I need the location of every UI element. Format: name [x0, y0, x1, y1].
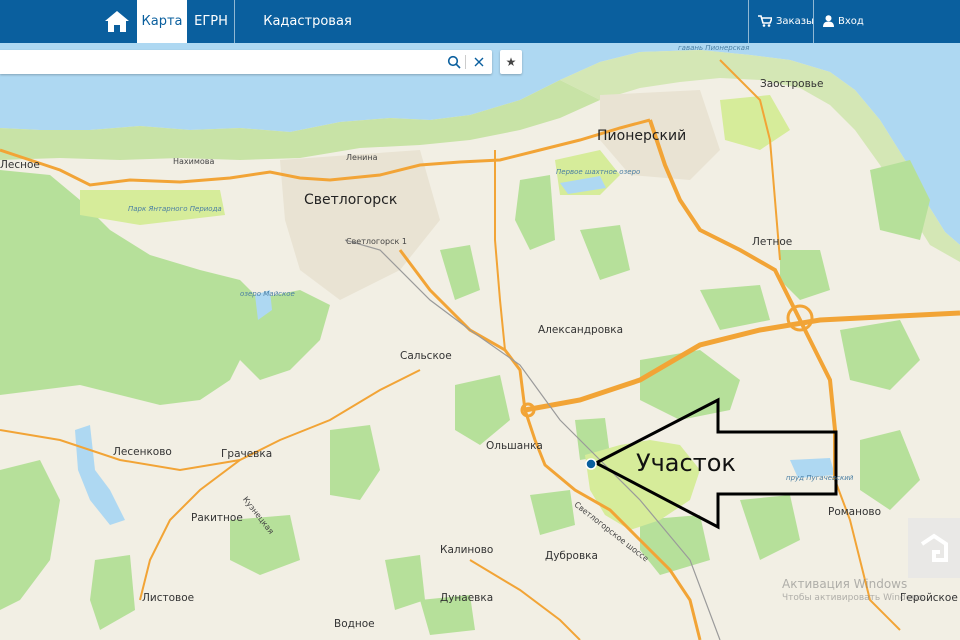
label-kalinovo: Калиново: [440, 544, 494, 556]
label-zaostrovye: Заостровье: [760, 78, 824, 90]
search-icon[interactable]: [447, 55, 461, 69]
clear-icon[interactable]: [472, 55, 486, 69]
user-icon: [823, 15, 834, 27]
plot-marker[interactable]: [585, 458, 597, 470]
label-pionersky: Пионерский: [597, 128, 687, 144]
top-navbar: Карта ЕГРН Кадастровая стоимость Заказы …: [0, 0, 960, 72]
favorites-button[interactable]: ★: [500, 50, 522, 74]
nav-divider: [813, 0, 814, 43]
label-svetlogorsk: Светлогорск: [304, 192, 398, 208]
cart-icon: [758, 15, 774, 27]
label-vodnoe: Водное: [334, 618, 375, 630]
windows-activation-hint: Чтобы активировать Windows: [782, 593, 924, 603]
label-olshanka: Ольшанка: [486, 440, 543, 452]
login-label: Вход: [838, 16, 864, 27]
label-grachevka: Грачевка: [221, 448, 273, 460]
tab-cadastral-value[interactable]: Кадастровая стоимость: [235, 0, 380, 72]
annotation-label: Участок: [636, 449, 736, 477]
orders-label: Заказы: [776, 16, 814, 27]
label-letnoe: Летное: [752, 236, 793, 248]
label-dubrovka: Дубровка: [545, 550, 598, 562]
search-bar: [0, 50, 492, 74]
tab-egrn[interactable]: ЕГРН: [188, 0, 234, 43]
home-icon[interactable]: [104, 9, 130, 33]
label-lenina: Ленина: [346, 153, 378, 162]
label-lake-pervoe: Первое шахтное озеро: [556, 168, 641, 176]
label-salskoe: Сальское: [400, 350, 452, 362]
house-logo-icon: [908, 518, 960, 578]
windows-activation-watermark: Активация Windows: [782, 577, 908, 591]
label-svetlogorsk1: Светлогорск 1: [346, 237, 407, 246]
label-aleksandrovka: Александровка: [538, 324, 624, 336]
label-lesnoe: Лесное: [0, 159, 40, 171]
tab-karta[interactable]: Карта: [137, 0, 187, 43]
label-listovoe: Листовое: [142, 592, 195, 604]
search-input[interactable]: [6, 52, 440, 74]
label-harbor: гавань Пионерская: [678, 44, 750, 52]
label-lesenkovo: Лесенково: [113, 446, 172, 458]
orders-button[interactable]: Заказы: [758, 0, 814, 43]
label-lake-mayskoe: озеро Майское: [240, 290, 295, 298]
nav-divider: [748, 0, 749, 43]
login-button[interactable]: Вход: [823, 0, 864, 43]
label-dunaevka: Дунаевка: [440, 592, 494, 604]
label-nakhimova: Нахимова: [173, 157, 215, 166]
search-divider: [465, 55, 466, 69]
label-romanovo: Романово: [828, 506, 882, 518]
label-park: Парк Янтарного Периода: [128, 205, 222, 213]
label-rakitnoe: Ракитное: [191, 512, 243, 524]
star-icon: ★: [505, 55, 517, 69]
label-pond-pugachev: пруд Пугачевский: [786, 474, 854, 482]
